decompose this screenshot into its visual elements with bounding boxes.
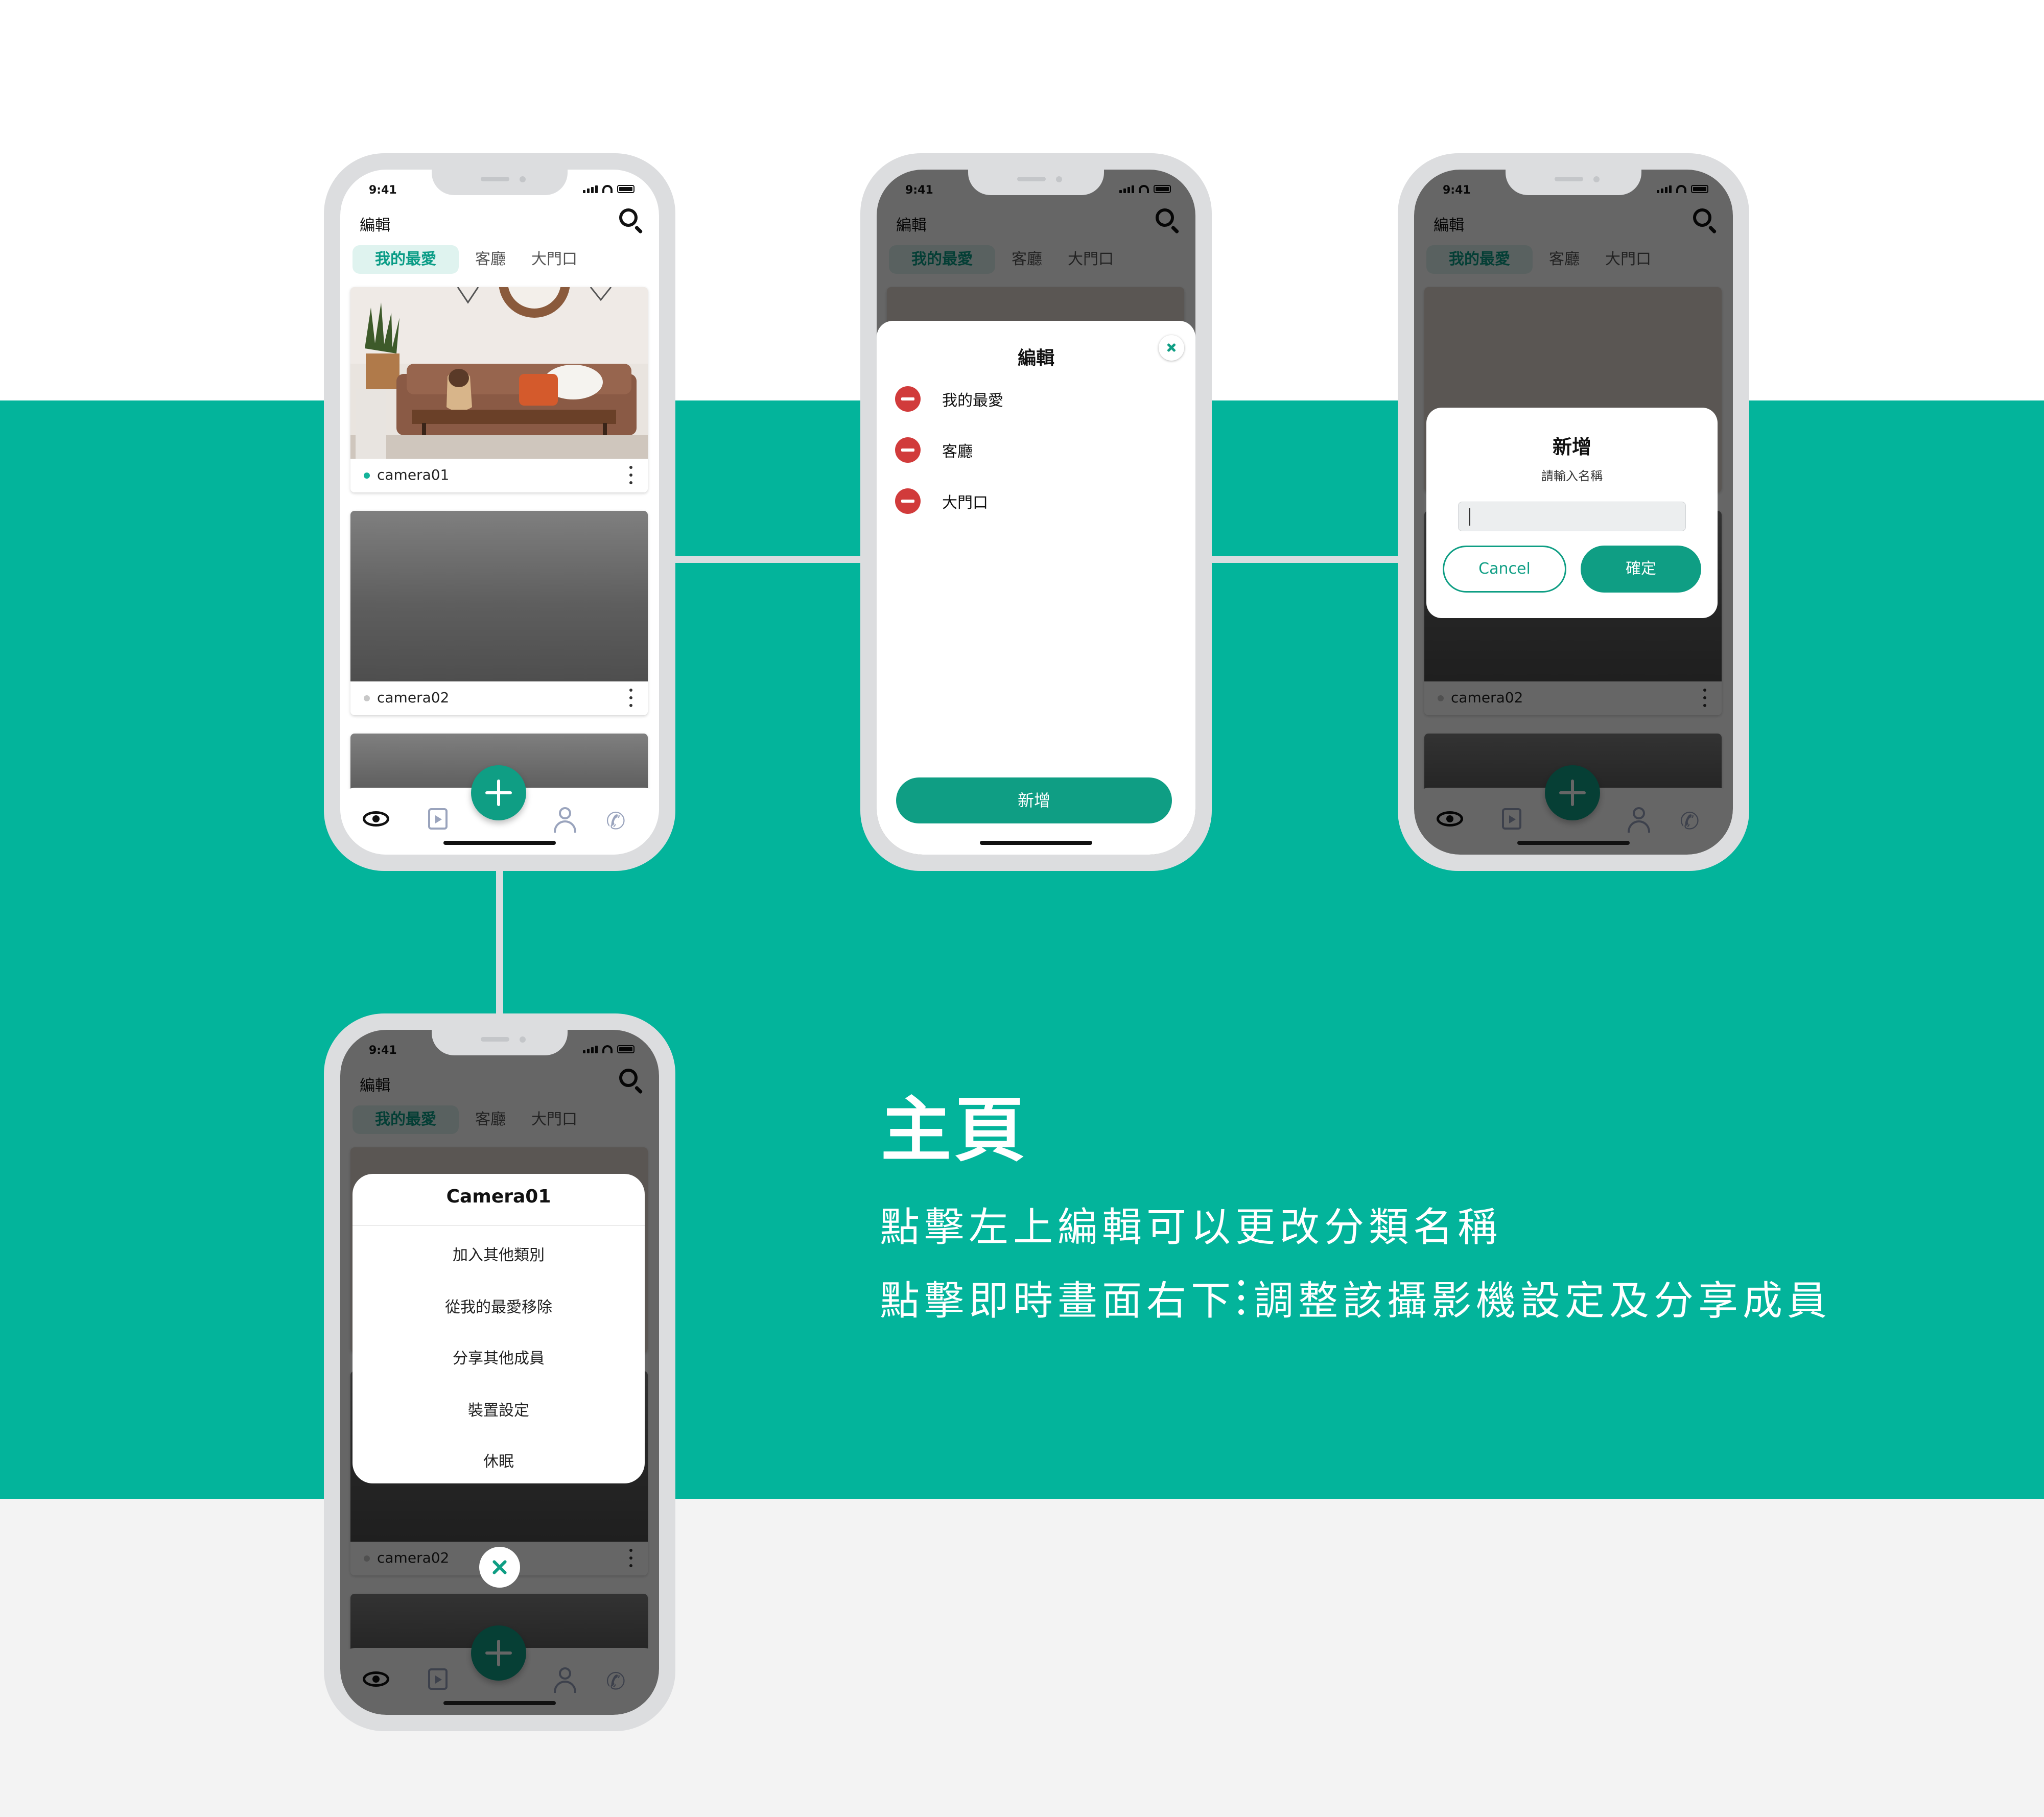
camera-name: camera02 bbox=[377, 689, 450, 706]
category-row: 大門口 bbox=[895, 488, 988, 514]
description-part-a: 點擊即時畫面右下 bbox=[880, 1278, 1236, 1324]
search-icon[interactable] bbox=[617, 206, 644, 234]
camera-card[interactable]: camera02 bbox=[350, 511, 648, 715]
more-options-icon[interactable] bbox=[629, 466, 633, 484]
menu-item-remove-favorite[interactable]: 從我的最愛移除 bbox=[353, 1294, 645, 1317]
phone-icon[interactable]: ✆ bbox=[602, 804, 632, 835]
home-indicator bbox=[1517, 841, 1630, 845]
home-indicator bbox=[443, 841, 556, 845]
category-row: 我的最愛 bbox=[895, 386, 1003, 412]
add-camera-button[interactable] bbox=[471, 765, 526, 820]
eye-icon[interactable] bbox=[361, 804, 391, 835]
online-status-dot bbox=[364, 473, 370, 479]
section-heading: 主頁 bbox=[881, 1089, 1028, 1171]
delete-icon[interactable] bbox=[895, 488, 921, 514]
description-part-b: 調整該攝影機設定及分享成員 bbox=[1254, 1278, 1832, 1324]
video-file-icon[interactable] bbox=[422, 804, 453, 835]
menu-item-device-settings[interactable]: 裝置設定 bbox=[353, 1398, 645, 1420]
tab-front-door[interactable]: 大門口 bbox=[522, 245, 586, 274]
offline-status-dot bbox=[364, 695, 370, 701]
phone-add-dialog: 9:41 編輯 我的最愛 客廳 大門口 camera02 bbox=[1398, 153, 1749, 871]
confirm-button[interactable]: 確定 bbox=[1581, 546, 1701, 593]
phone-home: 9:41 編輯 我的最愛 客廳 大門口 camera01 camera02 ✆ bbox=[324, 153, 675, 871]
status-icons bbox=[583, 185, 635, 193]
category-label: 大門口 bbox=[942, 494, 988, 512]
menu-item-share-member[interactable]: 分享其他成員 bbox=[353, 1346, 645, 1368]
edit-categories-sheet: 編輯 我的最愛 客廳 大門口 新增 bbox=[877, 321, 1195, 855]
cancel-button[interactable]: Cancel bbox=[1443, 546, 1566, 593]
add-category-button[interactable]: 新增 bbox=[896, 777, 1172, 823]
home-indicator bbox=[443, 1701, 556, 1705]
camera01-live-view[interactable] bbox=[350, 287, 648, 459]
divider bbox=[353, 1225, 645, 1226]
category-tabs: 我的最愛 客廳 大門口 bbox=[353, 245, 586, 274]
menu-item-sleep[interactable]: 休眠 bbox=[353, 1449, 645, 1471]
camera-card[interactable]: camera01 bbox=[350, 287, 648, 492]
flow-connector bbox=[496, 868, 503, 1013]
phone-edit: 9:41 編輯 我的最愛 客廳 大門口 編輯 我的最愛 客廳 bbox=[860, 153, 1212, 871]
flow-connector bbox=[1210, 556, 1400, 563]
status-time: 9:41 bbox=[369, 184, 397, 197]
menu-item-add-to-category[interactable]: 加入其他類別 bbox=[353, 1242, 645, 1265]
close-icon[interactable] bbox=[1159, 335, 1184, 361]
description-line-2: 點擊即時畫面右下 調整該攝影機設定及分享成員 bbox=[880, 1269, 1831, 1326]
camera-name: camera01 bbox=[377, 466, 450, 483]
grey-background-band bbox=[0, 1499, 2044, 1817]
flow-connector bbox=[673, 556, 863, 563]
sheet-title: 編輯 bbox=[1017, 348, 1054, 369]
tab-living-room[interactable]: 客廳 bbox=[466, 245, 515, 274]
category-label: 客廳 bbox=[942, 443, 973, 461]
category-row: 客廳 bbox=[895, 437, 973, 463]
delete-icon[interactable] bbox=[895, 386, 921, 412]
tab-favorites[interactable]: 我的最愛 bbox=[353, 245, 459, 274]
category-name-input[interactable] bbox=[1458, 502, 1686, 531]
dialog-subtitle: 請輸入名稱 bbox=[1541, 469, 1603, 483]
wifi-icon bbox=[602, 185, 613, 193]
close-icon[interactable] bbox=[479, 1547, 520, 1588]
signal-icon bbox=[583, 185, 598, 193]
more-options-icon[interactable] bbox=[629, 689, 633, 707]
phone-camera-menu: 9:41 編輯 我的最愛 客廳 大門口 camera02 bbox=[324, 1013, 675, 1731]
home-screen: 9:41 編輯 我的最愛 客廳 大門口 camera01 camera02 ✆ bbox=[340, 170, 659, 855]
user-icon[interactable] bbox=[550, 804, 580, 835]
home-indicator bbox=[980, 841, 1092, 845]
delete-icon[interactable] bbox=[895, 437, 921, 463]
add-category-dialog: 新增 請輸入名稱 Cancel 確定 bbox=[1426, 408, 1718, 618]
text-caret bbox=[1469, 508, 1470, 526]
menu-title: Camera01 bbox=[446, 1186, 551, 1207]
category-label: 我的最愛 bbox=[942, 392, 1003, 410]
camera-action-menu: Camera01 加入其他類別 從我的最愛移除 分享其他成員 裝置設定 休眠 bbox=[353, 1174, 645, 1483]
battery-icon bbox=[617, 185, 635, 193]
edit-button[interactable]: 編輯 bbox=[360, 213, 390, 235]
dialog-title: 新增 bbox=[1552, 436, 1591, 458]
description-line-1: 點擊左上編輯可以更改分類名稱 bbox=[880, 1205, 1502, 1250]
more-options-icon bbox=[1238, 1280, 1244, 1315]
camera02-live-view[interactable] bbox=[350, 511, 648, 681]
